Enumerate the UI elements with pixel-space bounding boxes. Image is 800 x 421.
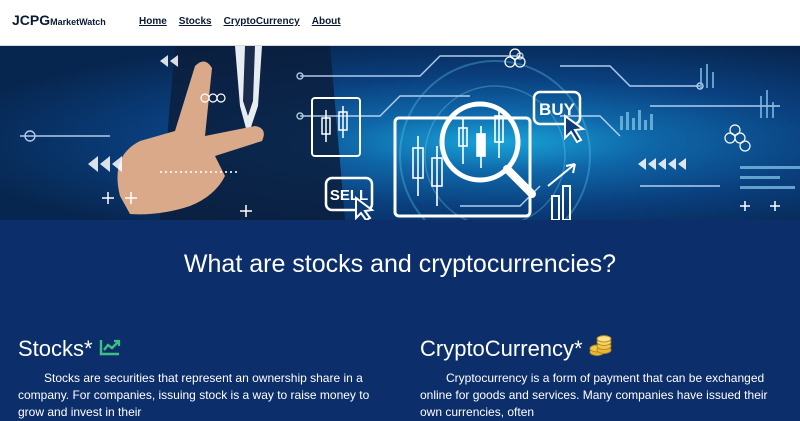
nav-link-home[interactable]: Home [139, 16, 167, 27]
stocks-title-row: Stocks* [18, 334, 380, 364]
buy-label: BUY [539, 100, 576, 119]
crypto-title-row: CryptoCurrency* [420, 334, 782, 364]
magnifier-handle [503, 165, 536, 198]
data-bars-right [620, 64, 800, 189]
growth-bars [547, 163, 576, 220]
crypto-column: CryptoCurrency* Cryptocurrency is a form… [420, 334, 782, 421]
brand-sub: MarketWatch [50, 17, 106, 27]
chart-up-icon [99, 336, 121, 362]
sell-label: SELL [330, 187, 368, 204]
nav-link-about[interactable]: About [312, 16, 341, 27]
crypto-title: CryptoCurrency* [420, 336, 583, 361]
nav-link-cryptocurrency[interactable]: CryptoCurrency [224, 16, 300, 27]
crypto-description: Cryptocurrency is a form of payment that… [420, 371, 768, 419]
content-section: What are stocks and cryptocurrencies? St… [0, 220, 800, 419]
navbar: JCPGMarketWatch Home Stocks CryptoCurren… [0, 0, 800, 46]
stocks-description: Stocks are securities that represent an … [18, 371, 370, 419]
page-heading: What are stocks and cryptocurrencies? [183, 250, 617, 278]
stocks-title: Stocks* [18, 336, 93, 361]
nav-link-stocks[interactable]: Stocks [179, 16, 212, 27]
hero-banner: BUY SELL [0, 46, 800, 220]
hero-illustration: BUY SELL [20, 46, 800, 220]
stocks-column: Stocks* Stocks are securities that repre… [18, 334, 380, 421]
brand-logo[interactable]: JCPGMarketWatch [12, 12, 106, 30]
candles-monitor [412, 136, 443, 206]
nav-links: Home Stocks CryptoCurrency About [139, 16, 341, 27]
brand-main: JCPG [12, 12, 51, 28]
chevron-arrows-right [638, 158, 686, 170]
coins-icon [589, 335, 613, 363]
